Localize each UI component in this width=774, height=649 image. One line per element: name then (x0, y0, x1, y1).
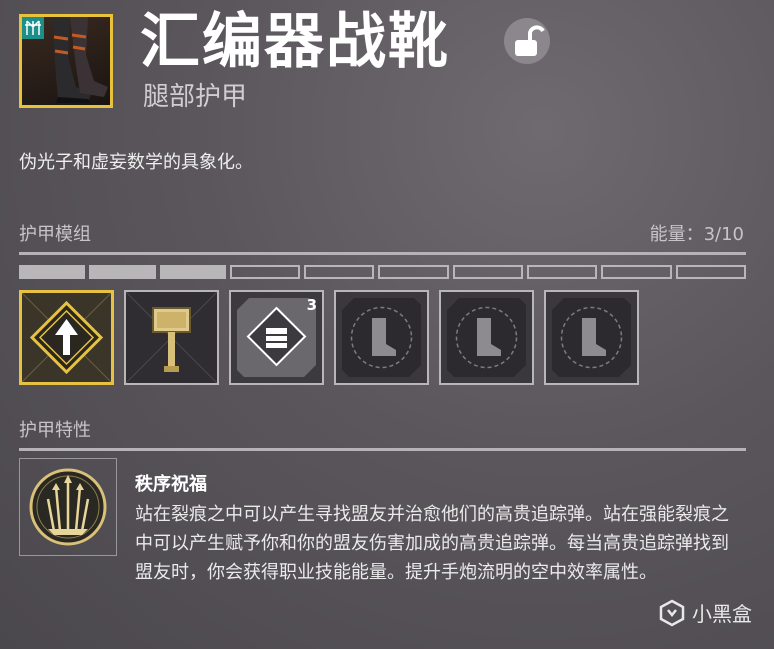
energy-segment-empty (601, 265, 672, 279)
mod-slot-1[interactable] (19, 290, 114, 385)
energy-segment-empty (452, 265, 524, 279)
mods-section-label: 护甲模组 (19, 224, 91, 245)
boot-placeholder-icon (546, 292, 637, 383)
lock-icon[interactable] (504, 18, 550, 64)
item-thumbnail (19, 14, 113, 108)
energy-segment-empty (229, 265, 301, 279)
class-tag-icon (22, 17, 44, 39)
mod-slot-2[interactable] (124, 290, 219, 385)
energy-segment-filled (19, 265, 86, 279)
item-name: 汇编器战靴 (140, 7, 450, 77)
mod-slot-5[interactable] (439, 290, 534, 385)
perk-icon-frame[interactable] (19, 458, 117, 556)
mod-slot-3[interactable]: 3 (229, 290, 324, 385)
arc-diamond-mod-icon (21, 292, 112, 383)
energy-segment-filled (159, 265, 226, 279)
mods-divider (19, 252, 746, 255)
xiaoheihe-logo-icon (659, 599, 685, 626)
energy-segment-filled (89, 265, 156, 279)
perk-name: 秩序祝福 (135, 474, 207, 495)
mod-cost: 3 (306, 296, 317, 314)
mod-slot-4[interactable] (334, 290, 429, 385)
energy-segment-empty (378, 265, 449, 279)
hammer-mod-icon (125, 291, 218, 384)
energy-bar (19, 265, 746, 279)
energy-segment-empty (527, 265, 598, 279)
boot-placeholder-icon (441, 292, 532, 383)
energy-label: 能量：3/10 (649, 224, 744, 245)
blessing-of-order-icon (29, 468, 107, 546)
mod-slot-6[interactable] (544, 290, 639, 385)
watermark: 小黑盒 (658, 598, 752, 627)
item-type: 腿部护甲 (143, 82, 248, 112)
energy-segment-empty (675, 265, 746, 279)
boot-placeholder-icon (336, 292, 427, 383)
perks-divider (19, 448, 746, 451)
perk-description: 站在裂痕之中可以产生寻找盟友并治愈他们的高贵追踪弹。站在强能裂痕之中可以产生赋予… (135, 504, 729, 583)
item-description: 伪光子和虚妄数学的具象化。 (19, 152, 253, 173)
energy-segment-empty (304, 265, 375, 279)
watermark-text: 小黑盒 (692, 602, 752, 626)
perks-section-label: 护甲特性 (19, 420, 91, 441)
